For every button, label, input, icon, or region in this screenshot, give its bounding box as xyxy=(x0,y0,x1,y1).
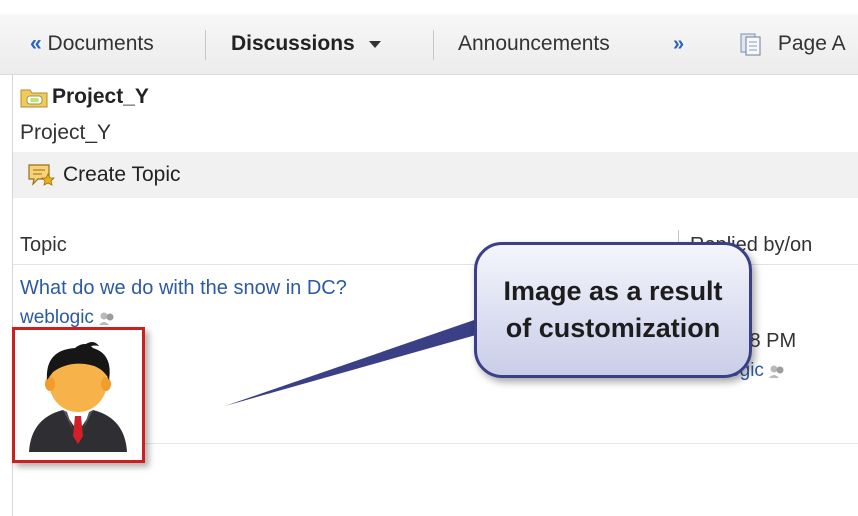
page: « Documents Discussions Announcements » … xyxy=(0,0,858,516)
callout-bubble: Image as a result of customization xyxy=(474,242,752,378)
callout-text: Image as a result of customization xyxy=(503,276,723,343)
